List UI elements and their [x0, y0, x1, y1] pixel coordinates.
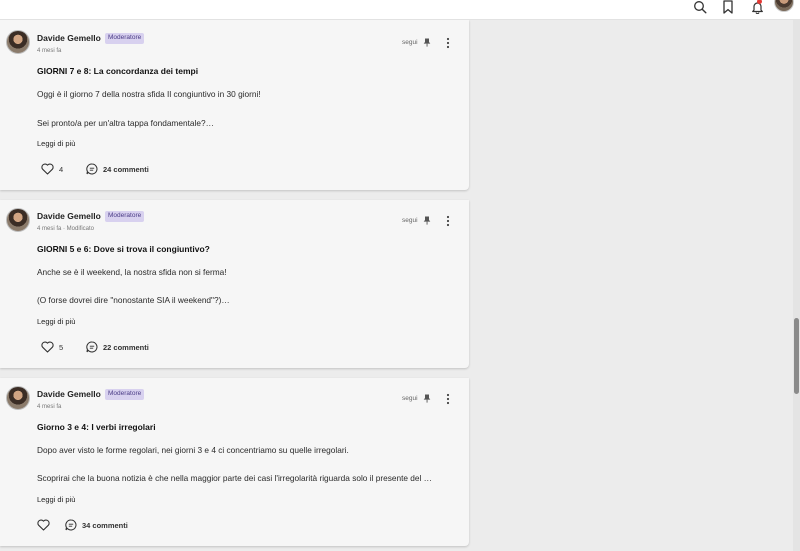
post-card: Davide Gemello Moderatore 4 mesi fa segu… — [0, 378, 469, 546]
post-title[interactable]: GIORNI 5 e 6: Dove si trova il congiunti… — [37, 244, 210, 254]
heart-icon[interactable] — [40, 340, 54, 354]
scrollbar-thumb[interactable] — [794, 318, 799, 394]
post-feed: Davide Gemello Moderatore 4 mesi fa segu… — [0, 20, 470, 551]
follow-link[interactable]: segui — [402, 39, 418, 46]
read-more-link[interactable]: Leggi di più — [37, 495, 75, 504]
more-options-icon[interactable] — [443, 37, 453, 49]
read-more-link[interactable]: Leggi di più — [37, 317, 75, 326]
moderator-badge: Moderatore — [105, 33, 145, 44]
post-title[interactable]: Giorno 3 e 4: I verbi irregolari — [37, 422, 156, 432]
post-card: Davide Gemello Moderatore 4 mesi fa segu… — [0, 20, 469, 190]
more-options-icon[interactable] — [443, 215, 453, 227]
comments-count[interactable]: 22 commenti — [103, 343, 149, 352]
read-more-link[interactable]: Leggi di più — [37, 139, 75, 148]
like-count: 4 — [59, 165, 64, 174]
heart-icon[interactable] — [40, 162, 54, 176]
pin-icon — [422, 393, 432, 403]
follow-link[interactable]: segui — [402, 395, 418, 402]
scrollbar-track[interactable] — [793, 20, 800, 551]
bookmark-icon[interactable] — [717, 0, 739, 18]
heart-icon[interactable] — [36, 518, 50, 532]
pin-icon — [422, 215, 432, 225]
post-meta: 4 mesi fa — [37, 404, 62, 410]
comment-icon[interactable] — [85, 162, 98, 175]
comment-icon[interactable] — [85, 340, 98, 353]
author-name[interactable]: Davide Gemello — [37, 211, 101, 221]
author-avatar[interactable] — [6, 386, 30, 410]
post-excerpt-line: (O forse dovrei dire "nonostante SIA il … — [37, 295, 230, 305]
pin-icon — [422, 37, 432, 47]
post-excerpt-line: Anche se è il weekend, la nostra sfida n… — [37, 267, 227, 277]
like-count: 5 — [59, 343, 64, 352]
top-bar — [0, 0, 800, 20]
post-excerpt-line: Dopo aver visto le forme regolari, nei g… — [37, 445, 349, 455]
moderator-badge: Moderatore — [105, 211, 145, 222]
comments-count[interactable]: 34 commenti — [82, 521, 128, 530]
post-title[interactable]: GIORNI 7 e 8: La concordanza dei tempi — [37, 66, 198, 76]
follow-link[interactable]: segui — [402, 217, 418, 224]
user-avatar[interactable] — [774, 0, 794, 12]
more-options-icon[interactable] — [443, 393, 453, 405]
search-icon[interactable] — [689, 0, 711, 18]
post-meta: 4 mesi fa · Modificato — [37, 226, 95, 232]
post-excerpt-line: Sei pronto/a per un'altra tappa fondamen… — [37, 118, 214, 128]
post-card: Davide Gemello Moderatore 4 mesi fa · Mo… — [0, 200, 469, 368]
author-name[interactable]: Davide Gemello — [37, 389, 101, 399]
author-avatar[interactable] — [6, 208, 30, 232]
author-name[interactable]: Davide Gemello — [37, 33, 101, 43]
post-excerpt-line: Scoprirai che la buona notizia è che nel… — [37, 473, 432, 483]
moderator-badge: Moderatore — [105, 389, 145, 400]
comment-icon[interactable] — [64, 518, 77, 531]
post-meta: 4 mesi fa — [37, 48, 62, 54]
author-avatar[interactable] — [6, 30, 30, 54]
comments-count[interactable]: 24 commenti — [103, 165, 149, 174]
post-excerpt-line: Oggi è il giorno 7 della nostra sfida Il… — [37, 89, 261, 99]
